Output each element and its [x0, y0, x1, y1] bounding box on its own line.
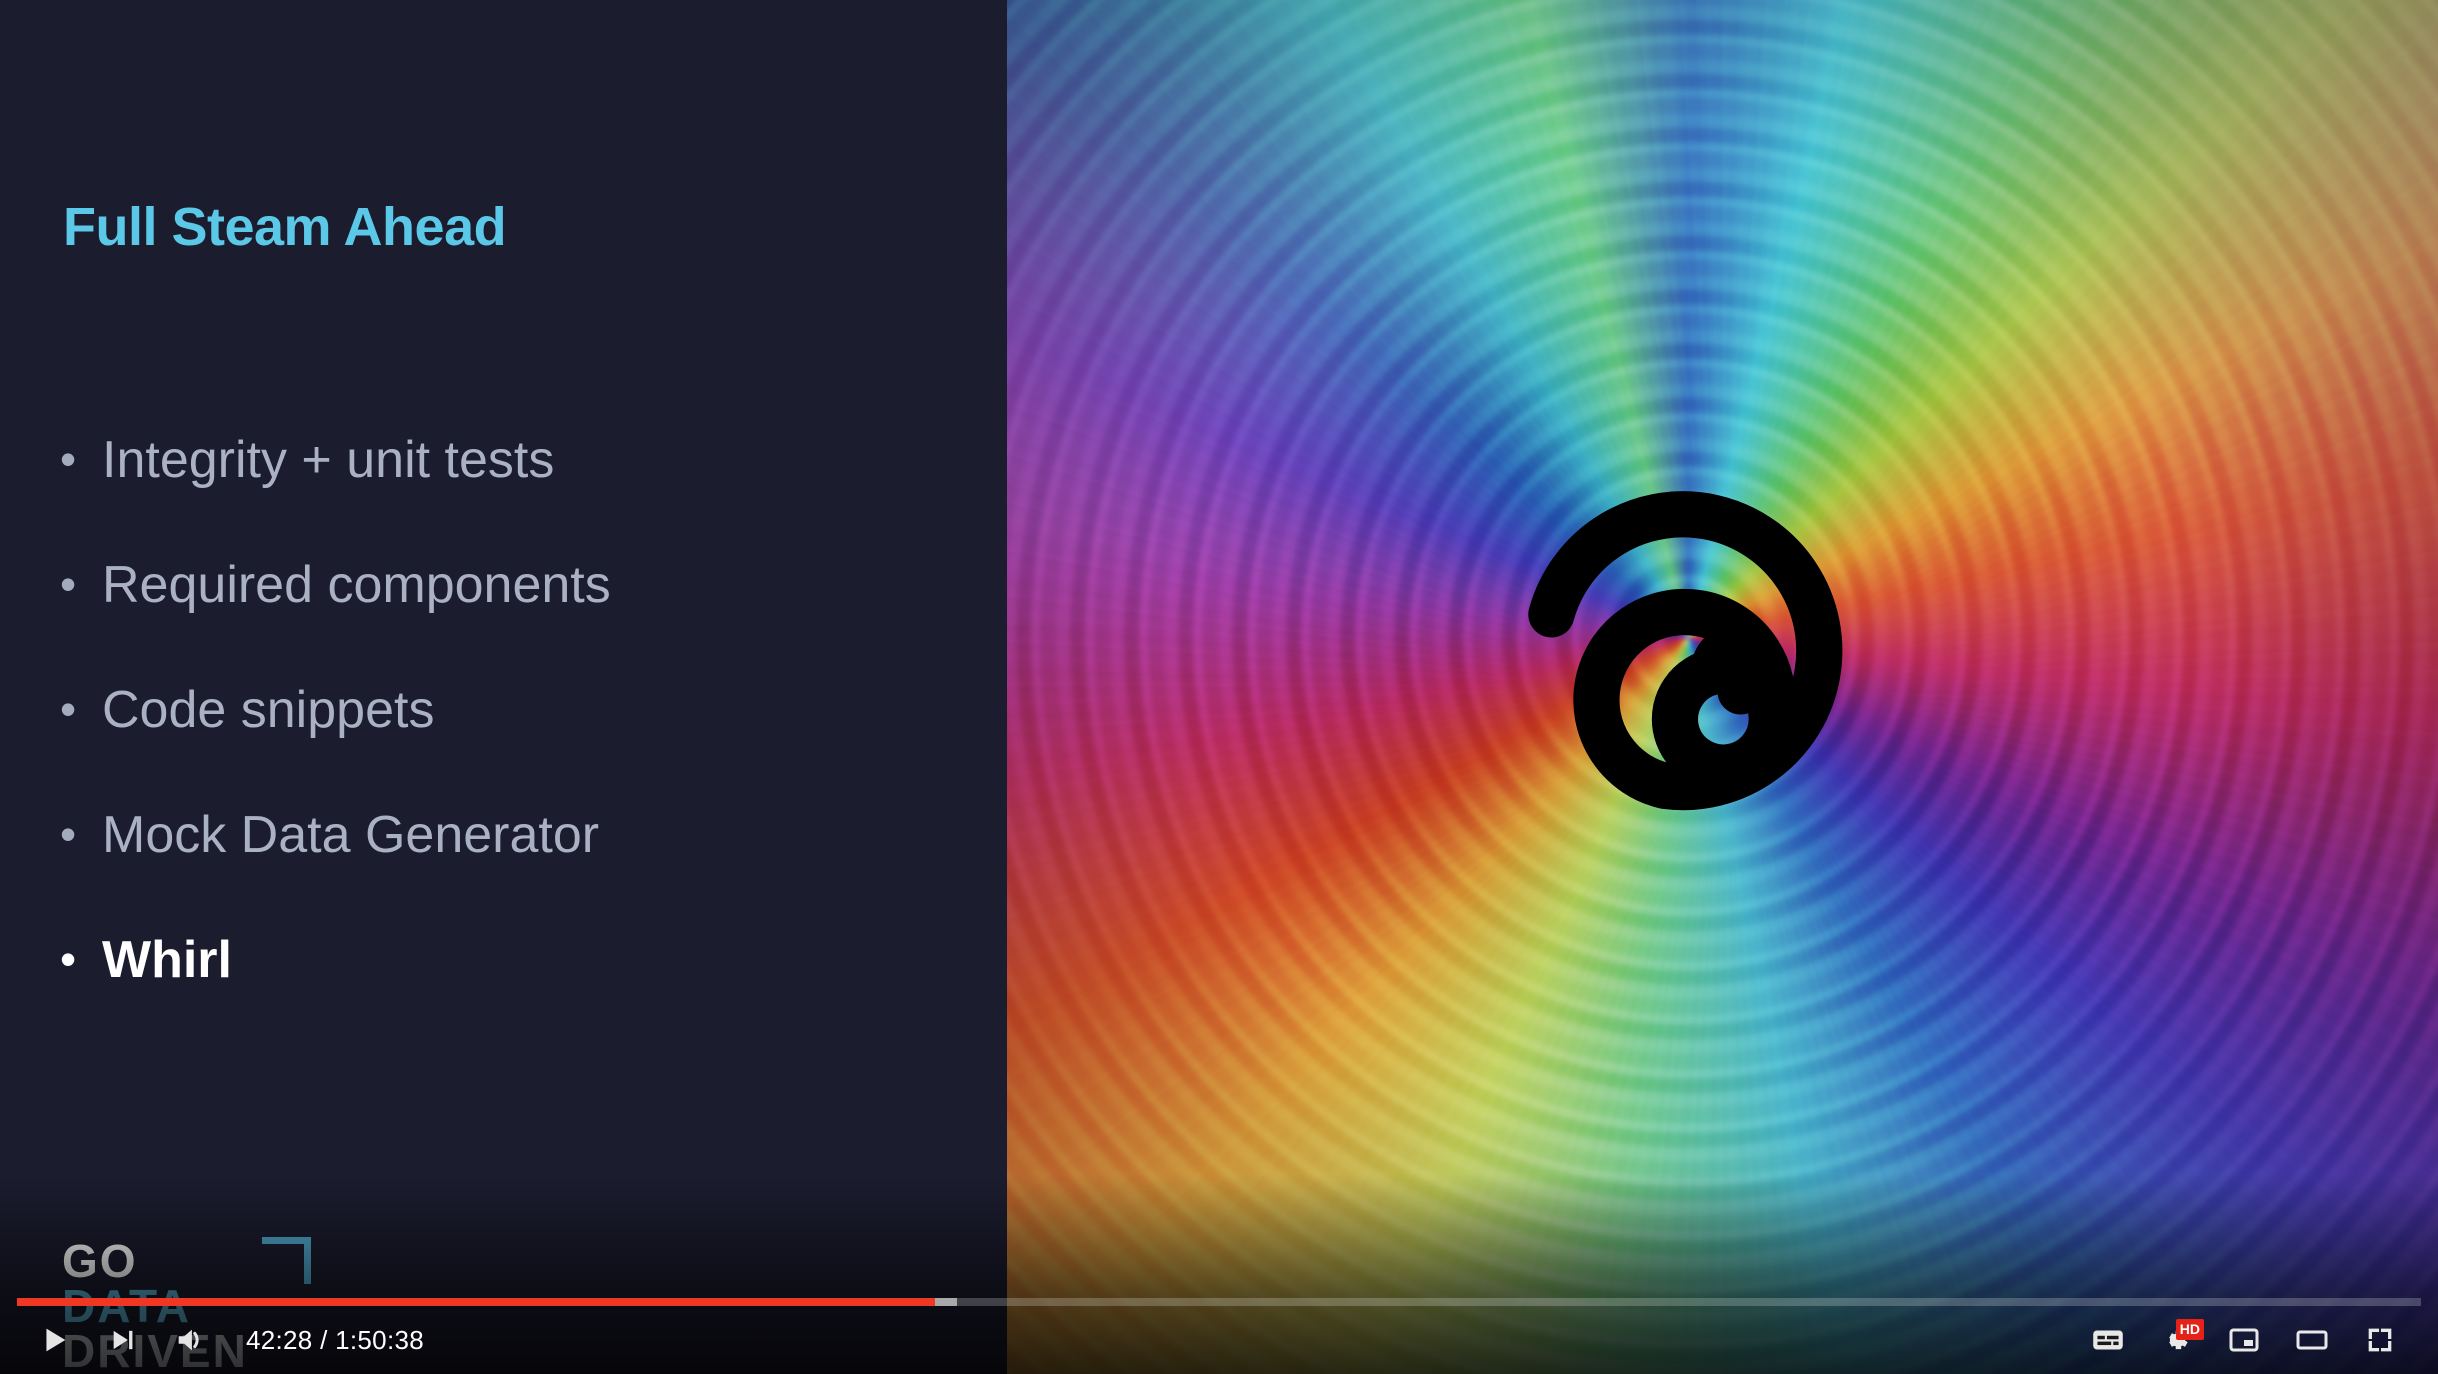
time-display: 42:28 / 1:50:38: [246, 1324, 424, 1355]
bullet-label: Code snippets: [102, 681, 435, 739]
slide-title: Full Steam Ahead: [63, 197, 507, 257]
settings-button[interactable]: HD: [2142, 1306, 2210, 1374]
bullet-marker-icon: •: [60, 433, 77, 485]
logo-corner-mark-icon: [262, 1236, 311, 1284]
subtitles-button[interactable]: [2074, 1306, 2142, 1374]
miniplayer-button[interactable]: [2210, 1306, 2278, 1374]
player-controls-bar: 42:28 / 1:50:38 HD: [0, 1306, 2438, 1374]
theater-mode-button[interactable]: [2278, 1306, 2346, 1374]
bullet-item: • Required components: [60, 555, 960, 680]
bullet-label: Integrity + unit tests: [102, 431, 555, 489]
progress-bar[interactable]: [17, 1298, 2421, 1306]
bullet-label: Mock Data Generator: [102, 806, 600, 864]
slide-text-panel: Full Steam Ahead • Integrity + unit test…: [0, 0, 1007, 1374]
bullet-item: • Integrity + unit tests: [60, 430, 960, 555]
fullscreen-button[interactable]: [2346, 1306, 2414, 1374]
slide-content: Full Steam Ahead • Integrity + unit test…: [0, 0, 2438, 1374]
bullet-marker-icon: •: [60, 808, 77, 860]
bullet-item: • Mock Data Generator: [60, 805, 960, 930]
hd-quality-badge: HD: [2175, 1319, 2204, 1340]
slide-bullet-list: • Integrity + unit tests • Required comp…: [60, 430, 960, 1055]
bullet-item-highlighted: • Whirl: [60, 930, 960, 1055]
volume-button[interactable]: [156, 1306, 224, 1374]
bullet-marker-icon: •: [60, 933, 77, 985]
player-controls-right: HD: [2074, 1306, 2438, 1374]
next-video-button[interactable]: [88, 1306, 156, 1374]
progress-played: [17, 1298, 936, 1306]
artwork-vignette-layer: [1007, 0, 2438, 1374]
bullet-label: Required components: [102, 556, 611, 614]
bullet-marker-icon: •: [60, 558, 77, 610]
bullet-item: • Code snippets: [60, 680, 960, 805]
play-button[interactable]: [20, 1306, 88, 1374]
fractal-spiral-artwork: [1007, 0, 2438, 1374]
bullet-marker-icon: •: [60, 683, 77, 735]
player-controls-left: 42:28 / 1:50:38: [0, 1306, 440, 1374]
video-player[interactable]: Full Steam Ahead • Integrity + unit test…: [0, 0, 2438, 1374]
bullet-label: Whirl: [102, 931, 232, 989]
